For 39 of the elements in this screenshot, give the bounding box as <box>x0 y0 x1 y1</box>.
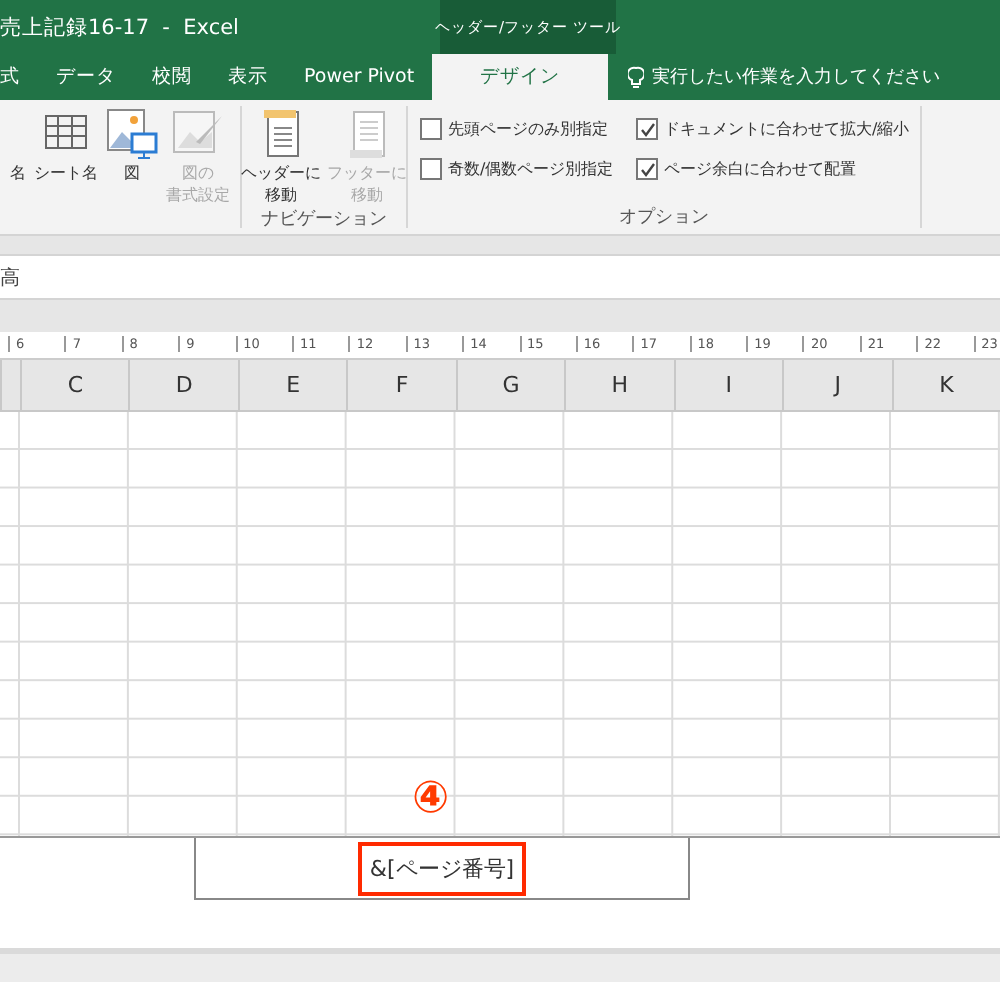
column-header[interactable]: G <box>455 360 565 410</box>
ribbon-button[interactable]: 図 <box>106 106 158 184</box>
checkbox[interactable] <box>420 158 442 180</box>
window-title: 売上記録16-17 - Excel <box>0 13 239 41</box>
column-header[interactable]: F <box>346 360 456 410</box>
group-label: ナビゲーション <box>261 207 387 230</box>
step-marker: ④ <box>412 774 450 824</box>
ribbon-button[interactable]: シート名 <box>34 106 98 184</box>
ribbon-button[interactable]: 名 <box>10 106 26 184</box>
checkbox-label: 先頭ページのみ別指定 <box>448 118 608 140</box>
column-header[interactable]: C <box>20 360 129 410</box>
picture-icon <box>106 108 158 160</box>
column-header[interactable]: J <box>782 360 892 410</box>
checkbox[interactable] <box>420 118 442 140</box>
column-header[interactable]: K <box>891 360 1000 410</box>
ribbon-tab[interactable]: 校閲 <box>134 54 210 100</box>
lightbulb-icon <box>628 65 645 89</box>
checkbox-label: ページ余白に合わせて配置 <box>664 158 856 180</box>
checkbox-label: 奇数/偶数ページ別指定 <box>448 158 614 180</box>
column-header[interactable]: E <box>237 360 347 410</box>
footer-center-section[interactable]: &[ページ番号] <box>194 838 690 900</box>
ribbon-tab[interactable]: Power Pivot <box>286 54 433 100</box>
checkbox[interactable] <box>636 118 658 140</box>
page-number-code: &[ページ番号] <box>357 841 527 895</box>
ribbon-tab[interactable]: 表示 <box>210 54 286 100</box>
group-label: オプション <box>619 204 709 228</box>
column-header[interactable]: I <box>673 360 783 410</box>
ribbon-tab[interactable]: デザイン <box>432 54 609 100</box>
checkbox[interactable] <box>636 158 658 180</box>
formula-field[interactable]: 高 <box>0 263 20 291</box>
ribbon-tab[interactable]: データ <box>38 54 134 100</box>
column-header[interactable]: H <box>564 360 674 410</box>
header-page-icon <box>261 108 301 160</box>
ribbon-button[interactable]: ヘッダーに 移動 <box>241 106 321 206</box>
column-header[interactable]: D <box>128 360 238 410</box>
tell-me-field[interactable]: 実行したい作業を入力してください <box>652 64 941 90</box>
ribbon-tab[interactable]: 式 <box>0 54 38 100</box>
checkbox-label: ドキュメントに合わせて拡大/縮小 <box>664 118 910 140</box>
footer-page-icon <box>347 108 387 160</box>
